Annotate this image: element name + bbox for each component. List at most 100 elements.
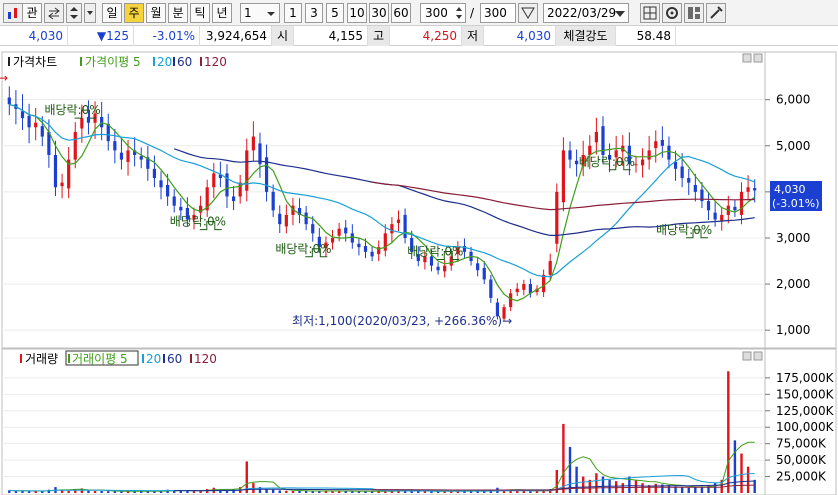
date-value: 2022/03/29 xyxy=(547,6,617,20)
volume-bar xyxy=(192,491,196,493)
volume-bar xyxy=(568,446,572,493)
panel-close-icon[interactable] xyxy=(753,351,763,361)
candle-body xyxy=(7,97,11,105)
range-total-input[interactable]: 300 xyxy=(480,3,516,23)
candle-body xyxy=(304,212,308,225)
strength-label: 체결강도 xyxy=(556,26,616,46)
candle-body xyxy=(680,166,684,179)
candle-body xyxy=(311,224,315,234)
swap-icon[interactable] xyxy=(44,3,64,23)
candle-body xyxy=(647,150,651,160)
volume-bar xyxy=(522,491,526,493)
volume-tick-label: 50,000K xyxy=(776,453,827,467)
spin-updown-icon[interactable] xyxy=(66,3,82,23)
count-select-value: 1 xyxy=(244,6,252,20)
candle-body xyxy=(654,141,658,149)
candle-body xyxy=(640,159,645,166)
candle-body xyxy=(509,293,513,308)
gear-icon[interactable] xyxy=(662,3,682,23)
candle-body xyxy=(515,288,519,293)
tools-icon[interactable] xyxy=(706,3,726,23)
legend-volume: 거래량 xyxy=(25,352,58,366)
count-option-1[interactable]: 1 xyxy=(284,3,302,23)
stock-chart[interactable]: 6,0005,0004,0003,0002,0001,000 최고:6,200(… xyxy=(0,46,838,495)
range-input-value: 300 xyxy=(425,6,448,20)
candle-body xyxy=(370,251,374,257)
candle-body xyxy=(179,206,183,211)
panel-maximize-icon[interactable] xyxy=(742,53,752,63)
candle-body xyxy=(119,152,124,160)
volume-bar xyxy=(746,466,750,493)
candle-body xyxy=(80,118,84,129)
price-tick-label: 5,000 xyxy=(776,139,810,153)
candle-body xyxy=(40,126,44,137)
quote-open: 4,155 xyxy=(294,26,368,46)
extreme-high-label: 최고:6,200(2021/06/07, -35.00%)→ xyxy=(0,71,8,85)
candle-body xyxy=(443,265,447,272)
period-year[interactable]: 년 xyxy=(212,3,232,23)
count-option-10[interactable]: 10 xyxy=(347,3,367,23)
volume-bar xyxy=(727,371,730,493)
grid-icon[interactable] xyxy=(640,3,660,23)
candle-body xyxy=(238,182,242,197)
candle-body xyxy=(27,115,31,128)
date-picker[interactable]: 2022/03/29 xyxy=(543,3,629,23)
volume-tick-label: 150,000K xyxy=(776,387,835,401)
count-option-30[interactable]: 30 xyxy=(369,3,389,23)
candle-body xyxy=(706,201,711,211)
volume-bar xyxy=(27,491,31,493)
count-option-60[interactable]: 60 xyxy=(391,3,411,23)
panel-close-icon[interactable] xyxy=(753,53,763,63)
volume-bar xyxy=(107,491,110,493)
legend-volume-ma60: 60 xyxy=(167,352,182,366)
volume-bar xyxy=(278,490,281,493)
gwan-button[interactable]: 관 xyxy=(22,3,42,23)
period-month[interactable]: 월 xyxy=(146,3,166,23)
period-minute[interactable]: 분 xyxy=(168,3,188,23)
volume-bar xyxy=(291,491,295,493)
price-tick-label: 3,000 xyxy=(776,231,810,245)
candle-body xyxy=(542,274,546,293)
period-week[interactable]: 주 xyxy=(124,3,144,23)
candle-body xyxy=(212,173,216,188)
candle-body xyxy=(667,145,671,160)
dividend-label: 배당락:0% xyxy=(44,103,100,117)
candle-body xyxy=(396,219,401,223)
count-option-3[interactable]: 3 xyxy=(305,3,323,23)
candle-body xyxy=(522,284,526,290)
candle-body xyxy=(693,184,697,192)
volume-bar xyxy=(87,490,90,493)
count-select[interactable]: 1 xyxy=(240,3,280,23)
high-label: 고 xyxy=(368,26,390,46)
range-input[interactable]: 300 xyxy=(420,3,466,23)
candle-body xyxy=(476,263,480,271)
candle-body xyxy=(152,168,157,179)
panel-maximize-icon[interactable] xyxy=(742,351,752,361)
candle-body xyxy=(20,111,25,119)
chevron-down-icon[interactable] xyxy=(84,3,96,23)
candle-body xyxy=(278,213,282,225)
candle-body xyxy=(660,140,664,146)
apply-icon[interactable] xyxy=(518,3,538,23)
chart-type-icon[interactable] xyxy=(3,3,23,23)
spin-updown-icon xyxy=(456,7,462,19)
volume-bar xyxy=(713,483,717,493)
low-label: 저 xyxy=(462,26,484,46)
volume-bar xyxy=(562,423,565,493)
candle-body xyxy=(568,150,572,160)
volume-bar xyxy=(654,483,657,493)
dividend-label: 배당락:0% xyxy=(656,223,712,237)
quote-high: 4,250 xyxy=(390,26,462,46)
candle-body xyxy=(350,233,354,243)
period-tick[interactable]: 틱 xyxy=(190,3,210,23)
candle-body xyxy=(284,214,288,227)
candle-body xyxy=(337,228,341,236)
quote-change: ▼125 xyxy=(68,26,134,46)
count-option-5[interactable]: 5 xyxy=(326,3,344,23)
period-day[interactable]: 일 xyxy=(102,3,122,23)
candle-body xyxy=(73,131,77,160)
candle-body xyxy=(733,206,737,211)
candle-body xyxy=(231,196,236,202)
candle-body xyxy=(126,150,130,162)
layout-icon[interactable] xyxy=(684,3,704,23)
